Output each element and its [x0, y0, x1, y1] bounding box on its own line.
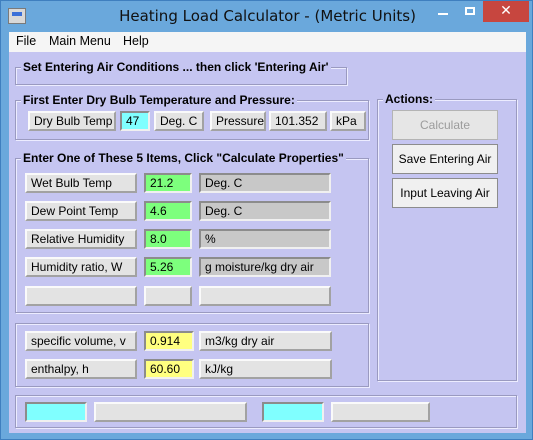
input-leaving-air-button[interactable]: Input Leaving Air	[392, 178, 498, 208]
save-entering-air-button[interactable]: Save Entering Air	[392, 144, 498, 174]
pressure-label: Pressure	[210, 111, 266, 131]
calculate-properties-button[interactable]: Calculate Properties	[392, 110, 498, 160]
extra-label	[25, 286, 137, 306]
wet-bulb-input[interactable]: 21.2	[144, 173, 192, 193]
status-text: Set Entering Air Conditions ... then cli…	[21, 60, 331, 74]
title-bar[interactable]: Heating Load Calculator - (Metric Units)…	[1, 1, 533, 32]
results-group: specific volume, v 0.914 m3/kg dry air e…	[15, 323, 369, 387]
maximize-button[interactable]	[456, 1, 483, 22]
dry-bulb-group: First Enter Dry Bulb Temperature and Pre…	[15, 93, 369, 140]
close-button[interactable]: ✕	[483, 1, 529, 22]
enthalpy-value: 60.60	[144, 359, 194, 379]
client-area: Set Entering Air Conditions ... then cli…	[9, 52, 526, 433]
properties-group-title: Enter One of These 5 Items, Click "Calcu…	[21, 151, 346, 165]
specific-volume-value: 0.914	[144, 331, 194, 351]
dew-point-unit: Deg. C	[199, 201, 331, 221]
wet-bulb-label: Wet Bulb Temp	[25, 173, 137, 193]
dry-bulb-label: Dry Bulb Temp	[28, 111, 116, 131]
specific-volume-label: specific volume, v	[25, 331, 137, 351]
extra-input[interactable]	[144, 286, 192, 306]
menu-file[interactable]: File	[16, 34, 36, 48]
actions-group: Actions: Calculate Properties Save Enter…	[377, 92, 517, 381]
enthalpy-label: enthalpy, h	[25, 359, 137, 379]
bottom-text-1	[94, 402, 247, 422]
relative-humidity-label: Relative Humidity	[25, 229, 137, 249]
properties-group: Enter One of These 5 Items, Click "Calcu…	[15, 151, 369, 313]
minimize-button[interactable]	[429, 1, 456, 22]
dew-point-label: Dew Point Temp	[25, 201, 137, 221]
specific-volume-unit: m3/kg dry air	[199, 331, 332, 351]
app-window: Heating Load Calculator - (Metric Units)…	[0, 0, 533, 440]
status-box: Set Entering Air Conditions ... then cli…	[15, 60, 347, 85]
actions-title: Actions:	[383, 92, 435, 106]
menu-main-menu[interactable]: Main Menu	[49, 34, 111, 48]
wet-bulb-unit: Deg. C	[199, 173, 331, 193]
maximize-icon	[464, 7, 475, 15]
dry-bulb-input[interactable]: 47	[120, 111, 150, 131]
minimize-icon	[437, 13, 448, 15]
bottom-status-group	[15, 395, 517, 428]
relative-humidity-unit: %	[199, 229, 331, 249]
pressure-unit: kPa	[330, 111, 366, 131]
menu-help[interactable]: Help	[123, 34, 149, 48]
pressure-input[interactable]: 101.352	[269, 111, 327, 131]
dry-bulb-group-title: First Enter Dry Bulb Temperature and Pre…	[21, 93, 297, 107]
bottom-text-2	[331, 402, 430, 422]
bottom-indicator-2	[262, 402, 324, 422]
dry-bulb-unit: Deg. C	[154, 111, 204, 131]
humidity-ratio-input[interactable]: 5.26	[144, 257, 192, 277]
menu-bar: File Main Menu Help	[9, 32, 526, 52]
close-icon: ✕	[500, 3, 512, 19]
relative-humidity-input[interactable]: 8.0	[144, 229, 192, 249]
humidity-ratio-unit: g moisture/kg dry air	[199, 257, 331, 277]
dew-point-input[interactable]: 4.6	[144, 201, 192, 221]
enthalpy-unit: kJ/kg	[199, 359, 332, 379]
bottom-indicator-1	[25, 402, 87, 422]
extra-unit	[199, 286, 331, 306]
humidity-ratio-label: Humidity ratio, W	[25, 257, 137, 277]
